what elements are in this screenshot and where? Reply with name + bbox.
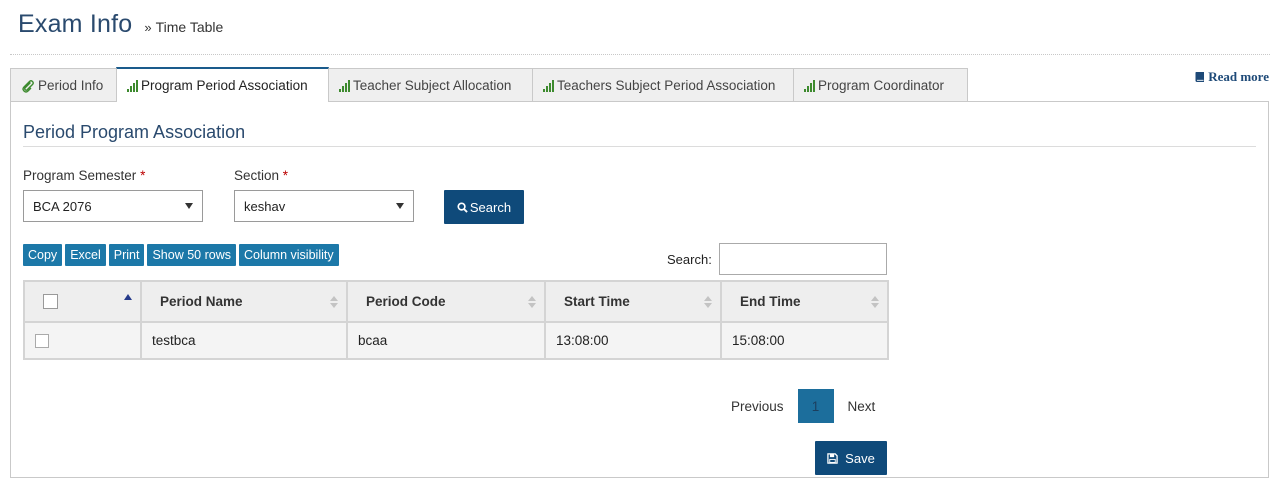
- tab-label: Teachers Subject Period Association: [557, 78, 776, 93]
- tab-label: Period Info: [38, 78, 104, 93]
- print-button[interactable]: Print: [108, 244, 145, 266]
- program-semester-label: Program Semester *: [23, 168, 145, 183]
- program-semester-select[interactable]: BCA 2076: [23, 190, 203, 222]
- save-button-label: Save: [845, 450, 875, 466]
- column-header-label: Period Name: [160, 294, 243, 309]
- column-header-label: End Time: [740, 294, 801, 309]
- tab-program-period-association[interactable]: Program Period Association: [116, 67, 329, 102]
- read-more-label: Read more: [1208, 69, 1269, 84]
- tab-program-coordinator[interactable]: Program Coordinator: [793, 68, 968, 102]
- signal-bars-icon: [127, 79, 138, 92]
- column-header-label: Period Code: [366, 294, 446, 309]
- signal-bars-icon: [804, 79, 815, 92]
- previous-page-button[interactable]: Previous: [719, 399, 796, 414]
- select-all-checkbox[interactable]: [43, 294, 58, 310]
- signal-bars-icon: [339, 79, 350, 92]
- tab-bar: Period Info Program Period Association T…: [10, 67, 968, 102]
- tab-period-info[interactable]: Period Info: [10, 68, 117, 102]
- table-export-buttons: Copy Excel Print Show 50 rows Column vis…: [23, 244, 339, 266]
- required-marker: *: [140, 168, 146, 183]
- excel-button[interactable]: Excel: [65, 244, 106, 266]
- pagination: Previous 1 Next: [719, 389, 887, 423]
- sort-icon: [704, 296, 712, 308]
- tab-teachers-subject-period-association[interactable]: Teachers Subject Period Association: [532, 68, 794, 102]
- column-header-period-code[interactable]: Period Code: [346, 280, 546, 323]
- page-title: Exam Info: [18, 10, 133, 38]
- section-select[interactable]: keshav: [234, 190, 414, 222]
- header-divider: [10, 54, 1270, 55]
- paperclip-icon: [22, 79, 34, 93]
- column-header-label: Start Time: [564, 294, 630, 309]
- row-checkbox[interactable]: [35, 334, 49, 349]
- tab-label: Teacher Subject Allocation: [353, 78, 512, 93]
- select-all-header[interactable]: [23, 280, 142, 323]
- save-icon: [827, 452, 838, 464]
- row-select-cell: [23, 321, 142, 360]
- start-time-cell: 13:08:00: [544, 321, 722, 360]
- search-icon: [457, 201, 468, 213]
- section-value: keshav: [244, 198, 286, 214]
- tab-content-panel: Period Program Association Program Semes…: [10, 101, 1269, 478]
- section-label-text: Section: [234, 168, 280, 183]
- table-header-row: Period Name Period Code Start Time End T…: [23, 280, 889, 323]
- period-table: Period Name Period Code Start Time End T…: [23, 280, 889, 360]
- tab-label: Program Period Association: [141, 78, 308, 93]
- section-label: Section *: [234, 168, 288, 183]
- table-search-label: Search:: [667, 252, 712, 267]
- copy-button[interactable]: Copy: [23, 244, 63, 266]
- page-header: Exam Info » Time Table: [18, 10, 223, 44]
- required-marker: *: [282, 168, 289, 183]
- search-button[interactable]: Search: [444, 190, 524, 224]
- sort-icon: [330, 296, 338, 308]
- next-page-button[interactable]: Next: [836, 399, 888, 414]
- period-code-cell: bcaa: [346, 321, 546, 360]
- section-divider: [23, 146, 1256, 147]
- breadcrumb: Time Table: [155, 19, 224, 35]
- tab-label: Program Coordinator: [818, 78, 945, 93]
- dropdown-caret-icon: [396, 203, 404, 209]
- column-header-end-time[interactable]: End Time: [720, 280, 889, 323]
- column-visibility-button[interactable]: Column visibility: [238, 244, 339, 266]
- breadcrumb-separator: »: [144, 20, 152, 35]
- page-1-button[interactable]: 1: [797, 389, 834, 423]
- tab-teacher-subject-allocation[interactable]: Teacher Subject Allocation: [328, 68, 533, 102]
- sort-icon: [871, 296, 879, 308]
- sort-icon: [528, 296, 536, 308]
- search-button-label: Search: [469, 199, 512, 215]
- book-icon: [1195, 72, 1205, 82]
- end-time-cell: 15:08:00: [720, 321, 889, 360]
- section-title: Period Program Association: [23, 122, 246, 142]
- read-more-link[interactable]: Read more: [1194, 69, 1269, 85]
- signal-bars-icon: [543, 79, 554, 92]
- save-button[interactable]: Save: [815, 441, 887, 475]
- dropdown-caret-icon: [185, 203, 193, 209]
- table-row[interactable]: testbca bcaa 13:08:00 15:08:00: [23, 321, 889, 360]
- period-name-cell: testbca: [140, 321, 348, 360]
- program-semester-label-text: Program Semester: [23, 168, 137, 183]
- column-header-start-time[interactable]: Start Time: [544, 280, 722, 323]
- sort-ascending-icon: [124, 294, 132, 300]
- column-header-period-name[interactable]: Period Name: [140, 280, 348, 323]
- program-semester-value: BCA 2076: [33, 198, 92, 214]
- table-search-input[interactable]: [719, 243, 887, 275]
- show-rows-button[interactable]: Show 50 rows: [147, 244, 236, 266]
